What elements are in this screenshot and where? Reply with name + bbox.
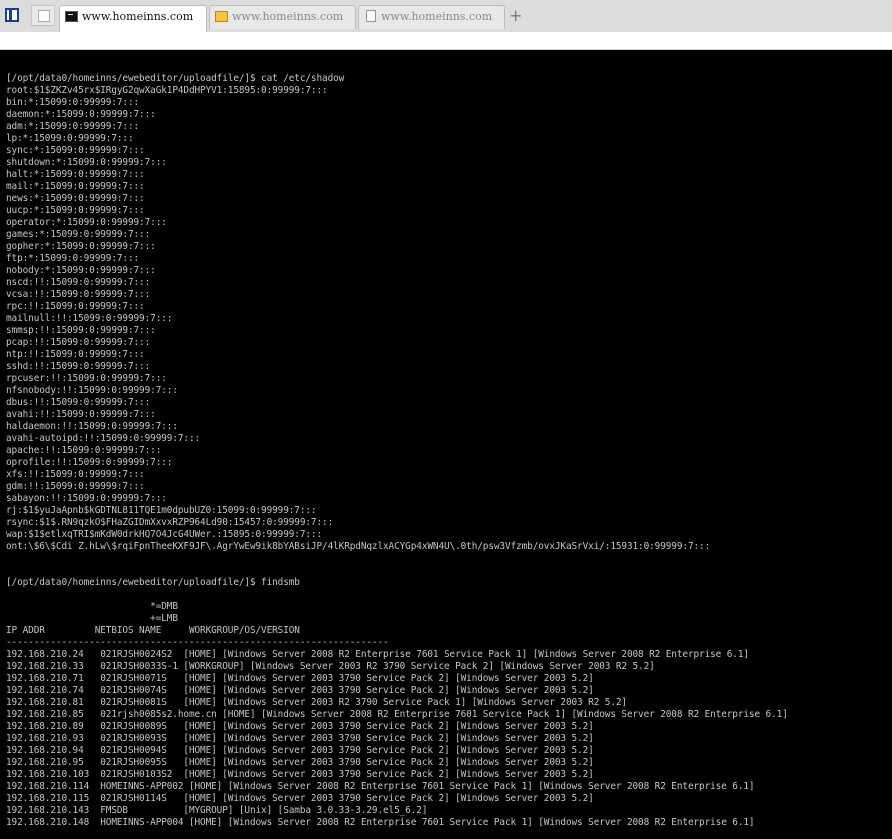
terminal-line: uucp:*:15099:0:99999:7::: [6,205,145,216]
document-icon [366,10,376,22]
sidebar-toggle-icon[interactable] [5,8,19,22]
tab-terminal[interactable]: www.homeinns.com [59,5,207,32]
terminal-line: adm:*:15099:0:99999:7::: [6,121,140,132]
terminal-line: rpc:!!:15099:0:99999:7::: [6,301,145,312]
terminal-line: *=DMB [6,601,178,612]
terminal-line: 192.168.210.94 021RJSH0094S [HOME] [Wind… [6,745,594,756]
terminal-line: 192.168.210.33 021RJSH0033S-1 [WORKGROUP… [6,661,655,672]
terminal-line: wap:$1$etlxqTRI$mKdW0drkHQ7O4JcG4UWer.:1… [6,529,323,540]
terminal-line: xfs:!!:15099:0:99999:7::: [6,469,145,480]
terminal-line: rsync:$1$.RN9qzkO$FHaZGIDmXxvxRZP964Ld90… [6,517,334,528]
terminal-line: avahi-autoipd:!!:15099:0:99999:7::: [6,433,201,444]
terminal-line: rpcuser:!!:15099:0:99999:7::: [6,373,167,384]
terminal-output: [/opt/data0/homeinns/ewebeditor/uploadfi… [0,50,892,829]
terminal-line: +=LMB [6,613,178,624]
terminal-line: ntp:!!:15099:0:99999:7::: [6,349,145,360]
terminal-icon [65,11,78,22]
terminal-line: sabayon:!!:15099:0:99999:7::: [6,493,167,504]
terminal-line: mailnull:!!:15099:0:99999:7::: [6,313,173,324]
toolbar-strip [0,32,892,50]
terminal-line: mail:*:15099:0:99999:7::: [6,181,145,192]
tab-label: www.homeinns.com [232,10,344,23]
tab-overview-button[interactable] [31,5,55,26]
terminal-line: 192.168.210.81 021RJSH0081S [HOME] [Wind… [6,697,627,708]
terminal-line: avahi:!!:15099:0:99999:7::: [6,409,156,420]
terminal-line: shutdown:*:15099:0:99999:7::: [6,157,167,168]
terminal-line: halt:*:15099:0:99999:7::: [6,169,145,180]
terminal-line: news:*:15099:0:99999:7::: [6,193,145,204]
terminal-line: 192.168.210.115 021RJSH0114S [HOME] [Win… [6,793,594,804]
terminal-line: vcsa:!!:15099:0:99999:7::: [6,289,151,300]
terminal-line: 192.168.210.103 021RJSH0103S2 [HOME] [Wi… [6,769,594,780]
terminal-line: pcap:!!:15099:0:99999:7::: [6,337,151,348]
terminal-line: operator:*:15099:0:99999:7::: [6,217,167,228]
terminal-line: [/opt/data0/homeinns/ewebeditor/uploadfi… [6,73,345,84]
terminal-line: haldaemon:!!:15099:0:99999:7::: [6,421,178,432]
tab-folder[interactable]: www.homeinns.com [209,5,356,29]
terminal-line: nscd:!!:15099:0:99999:7::: [6,277,151,288]
terminal-line: dbus:!!:15099:0:99999:7::: [6,397,151,408]
terminal-line: sshd:!!:15099:0:99999:7::: [6,361,151,372]
terminal-line: games:*:15099:0:99999:7::: [6,229,151,240]
terminal-line: root:$1$ZKZv45rx$IRgyG2qwXaGk1P4DdHPYV1:… [6,85,328,96]
folder-icon [215,11,228,22]
terminal-line: sync:*:15099:0:99999:7::: [6,145,145,156]
terminal-line: 192.168.210.71 021RJSH0071S [HOME] [Wind… [6,673,594,684]
tab-bar: www.homeinns.com www.homeinns.com www.ho… [0,0,892,33]
terminal-line: [/opt/data0/homeinns/ewebeditor/uploadfi… [6,577,300,588]
terminal-line: 192.168.210.74 021RJSH0074S [HOME] [Wind… [6,685,594,696]
terminal-line: 192.168.210.85 021rjsh0085s2.home.cn [HO… [6,709,788,720]
terminal-line: gopher:*:15099:0:99999:7::: [6,241,156,252]
terminal-line: nfsnobody:!!:15099:0:99999:7::: [6,385,178,396]
terminal-line: 192.168.210.143 FMSDB [MYGROUP] [Unix] [… [6,805,428,816]
terminal-line: smmsp:!!:15099:0:99999:7::: [6,325,156,336]
terminal-line: IP ADDR NETBIOS NAME WORKGROUP/OS/VERSIO… [6,625,300,636]
terminal-line: daemon:*:15099:0:99999:7::: [6,109,156,120]
terminal-line: 192.168.210.24 021RJSH0024S2 [HOME] [Win… [6,649,749,660]
tab-document[interactable]: www.homeinns.com [358,5,505,29]
terminal-line: gdm:!!:15099:0:99999:7::: [6,481,145,492]
terminal-line: 192.168.210.89 021RJSH0089S [HOME] [Wind… [6,721,594,732]
terminal-window[interactable]: [/opt/data0/homeinns/ewebeditor/uploadfi… [0,50,892,839]
tab-label: www.homeinns.com [82,10,194,23]
terminal-line: 192.168.210.114 HOMEINNS-APP002 [HOME] [… [6,781,755,792]
terminal-line: oprofile:!!:15099:0:99999:7::: [6,457,173,468]
tab-label: www.homeinns.com [381,10,493,23]
terminal-line: lp:*:15099:0:99999:7::: [6,133,134,144]
terminal-line: ftp:*:15099:0:99999:7::: [6,253,140,264]
terminal-line: 192.168.210.93 021RJSH0093S [HOME] [Wind… [6,733,594,744]
terminal-line: nobody:*:15099:0:99999:7::: [6,265,156,276]
terminal-line: 192.168.210.148 HOMEINNS-APP004 [HOME] [… [6,817,755,828]
terminal-line: rj:$1$yuJaApnb$kGDTNL811TQE1m0dpubUZ0:15… [6,505,317,516]
terminal-line: ----------------------------------------… [6,637,389,648]
terminal-line: bin:*:15099:0:99999:7::: [6,97,140,108]
terminal-line: ont:\$6\$Cdi Z.hLw\$rqiFpnTheeKXF9JF\.Ag… [6,541,711,552]
new-tab-button[interactable]: + [509,6,522,26]
terminal-line: 192.168.210.95 021RJSH0095S [HOME] [Wind… [6,757,594,768]
terminal-line: apache:!!:15099:0:99999:7::: [6,445,162,456]
